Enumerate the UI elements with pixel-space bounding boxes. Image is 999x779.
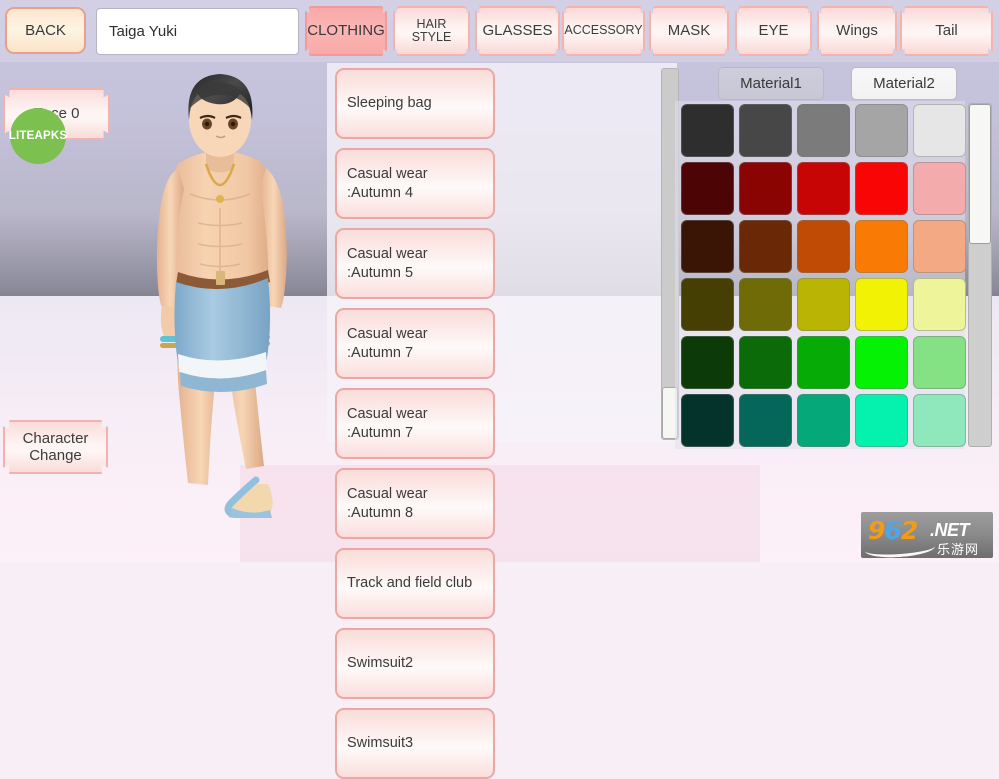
color-swatch[interactable]: [739, 162, 792, 215]
color-swatch[interactable]: [855, 394, 908, 447]
top-toolbar: BACK Taiga Yuki CLOTHING HAIR STYLE GLASSE…: [0, 0, 999, 62]
back-button[interactable]: BACK: [5, 7, 86, 54]
clothing-item[interactable]: Swimsuit2: [335, 628, 495, 699]
tab-glasses[interactable]: GLASSES: [475, 6, 560, 56]
color-swatch[interactable]: [913, 104, 966, 157]
tab-tail[interactable]: Tail: [900, 6, 993, 56]
color-swatch-grid: [681, 104, 971, 452]
clothing-item[interactable]: Sleeping bag: [335, 68, 495, 139]
tab-label: CLOTHING: [307, 22, 385, 40]
watermark-chinese-text: 乐游网: [937, 543, 980, 558]
clothing-list-panel: Sleeping bag Casual wear :Autumn 4 Casual …: [327, 63, 677, 779]
color-swatch[interactable]: [797, 336, 850, 389]
color-swatch[interactable]: [913, 162, 966, 215]
liteapks-watermark-badge: LITEAPKS: [9, 108, 67, 164]
clothing-item[interactable]: Casual wear :Autumn 5: [335, 228, 495, 299]
clothing-item-label: Casual wear :Autumn 7: [347, 326, 428, 361]
tab-accessory[interactable]: ACCESSORY: [562, 6, 645, 56]
color-swatch[interactable]: [797, 104, 850, 157]
color-swatch[interactable]: [855, 162, 908, 215]
tab-label: EYE: [758, 22, 789, 40]
clothing-item-label: Swimsuit3: [347, 735, 414, 752]
clothing-item-label: Swimsuit2: [347, 655, 414, 672]
color-swatch[interactable]: [855, 104, 908, 157]
character-model[interactable]: [120, 68, 320, 518]
color-swatch[interactable]: [855, 220, 908, 273]
clothing-list-grid: Sleeping bag Casual wear :Autumn 4 Casual …: [327, 63, 660, 779]
clothing-item-label: Casual wear :Autumn 4: [347, 166, 428, 201]
clothing-item[interactable]: Swimsuit3: [335, 708, 495, 779]
clothing-item[interactable]: Casual wear :Autumn 4: [335, 148, 495, 219]
clothing-item[interactable]: Casual wear :Autumn 8: [335, 468, 495, 539]
clothing-item-label: Casual wear :Autumn 5: [347, 246, 428, 281]
color-swatch[interactable]: [739, 104, 792, 157]
tab-label: ACCESSORY: [564, 23, 643, 38]
palette-scrollbar-thumb[interactable]: [969, 104, 991, 244]
color-swatch[interactable]: [739, 278, 792, 331]
site-watermark: 962 .NET 乐游网: [861, 512, 993, 558]
color-swatch[interactable]: [739, 336, 792, 389]
material-tab-1[interactable]: Material1: [718, 67, 824, 100]
color-swatch[interactable]: [681, 104, 734, 157]
watermark-net-text: .NET: [930, 520, 970, 540]
palette-scrollbar[interactable]: [968, 103, 992, 447]
color-swatch[interactable]: [681, 162, 734, 215]
color-swatch[interactable]: [797, 278, 850, 331]
clothing-item[interactable]: Casual wear :Autumn 7: [335, 388, 495, 459]
color-swatch[interactable]: [681, 278, 734, 331]
color-swatch[interactable]: [913, 336, 966, 389]
clothing-item-label: Casual wear :Autumn 8: [347, 486, 428, 521]
tab-label: HAIR STYLE: [411, 16, 452, 44]
material-tab-2[interactable]: Material2: [851, 67, 957, 100]
color-swatch[interactable]: [681, 336, 734, 389]
tab-label: Wings: [836, 22, 878, 40]
character-name-input[interactable]: Taiga Yuki: [96, 8, 299, 55]
color-swatch[interactable]: [739, 394, 792, 447]
color-swatch[interactable]: [797, 394, 850, 447]
tab-label: MASK: [667, 22, 711, 40]
color-swatch[interactable]: [913, 394, 966, 447]
color-swatch[interactable]: [855, 278, 908, 331]
clothing-item-label: Track and field club: [347, 575, 473, 592]
color-swatch[interactable]: [913, 278, 966, 331]
tab-label: GLASSES: [482, 22, 553, 40]
clothing-item-label: Casual wear :Autumn 7: [347, 406, 428, 441]
color-swatch[interactable]: [739, 220, 792, 273]
color-swatch[interactable]: [855, 336, 908, 389]
tab-wings[interactable]: Wings: [817, 6, 897, 56]
tab-mask[interactable]: MASK: [649, 6, 729, 56]
color-swatch[interactable]: [681, 220, 734, 273]
tab-hair-style[interactable]: HAIR STYLE: [393, 6, 470, 56]
tab-label: Tail: [935, 22, 958, 40]
color-swatch[interactable]: [913, 220, 966, 273]
color-swatch[interactable]: [681, 394, 734, 447]
tab-clothing[interactable]: CLOTHING: [305, 6, 387, 56]
clothing-item[interactable]: Casual wear :Autumn 7: [335, 308, 495, 379]
clothing-item-label: Sleeping bag: [347, 95, 432, 112]
clothing-item[interactable]: Track and field club: [335, 548, 495, 619]
color-swatch[interactable]: [797, 220, 850, 273]
character-change-button[interactable]: Character Change: [3, 420, 108, 474]
tab-eye[interactable]: EYE: [735, 6, 812, 56]
color-swatch[interactable]: [797, 162, 850, 215]
